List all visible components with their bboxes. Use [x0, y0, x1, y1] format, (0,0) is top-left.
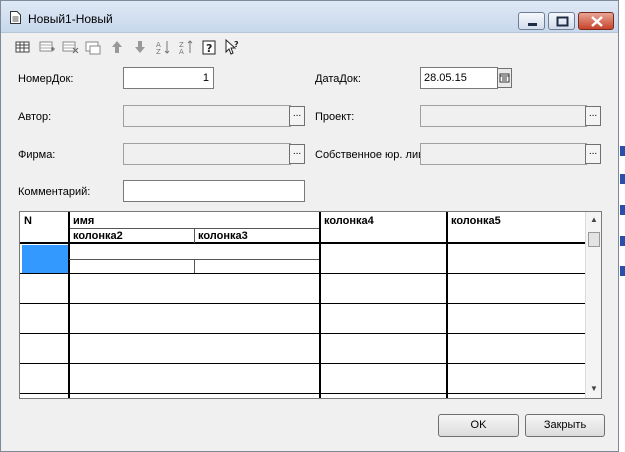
- copy-row-button[interactable]: [84, 38, 102, 56]
- close-button[interactable]: Закрыть: [525, 414, 605, 437]
- selected-cell[interactable]: [22, 245, 68, 273]
- move-down-icon: [135, 41, 145, 53]
- dialog-window: Новый1-Новый AZ Z A ? ? НомерДок: 1 Дата…: [0, 0, 619, 452]
- avtor-field[interactable]: [123, 105, 291, 127]
- header-imya[interactable]: имя: [73, 215, 94, 227]
- row-divider: [69, 259, 319, 260]
- background-artifact: [620, 205, 625, 215]
- nomer-field[interactable]: 1: [123, 67, 214, 89]
- proekt-field[interactable]: [420, 105, 587, 127]
- firma-label: Фирма:: [18, 149, 56, 161]
- calendar-icon: [499, 73, 510, 83]
- move-up-button[interactable]: [108, 38, 126, 56]
- table-button[interactable]: [14, 38, 32, 56]
- sort-asc-icon: AZ: [156, 41, 170, 56]
- nomer-label: НомерДок:: [18, 73, 74, 85]
- title-bar[interactable]: Новый1-Новый: [1, 1, 618, 33]
- background-artifact: [620, 146, 625, 156]
- table-icon: [15, 41, 30, 53]
- sobst-label: Собственное юр. лиц: [315, 149, 420, 161]
- background-artifact: [620, 266, 625, 276]
- row-divider: [20, 273, 585, 274]
- svg-text:A: A: [179, 48, 184, 56]
- data-label: ДатаДок:: [315, 73, 361, 85]
- row-divider: [20, 333, 585, 334]
- sobst-field[interactable]: [420, 143, 587, 165]
- add-row-button[interactable]: [38, 38, 56, 56]
- firma-select-button[interactable]: ...: [289, 144, 305, 164]
- help-icon: ?: [202, 40, 216, 55]
- date-field[interactable]: 28.05.15: [420, 67, 498, 89]
- col-separator: [319, 212, 321, 398]
- maximize-icon: [556, 16, 569, 27]
- document-icon: [10, 11, 21, 24]
- header-kolonka3[interactable]: колонка3: [198, 230, 248, 242]
- minimize-button[interactable]: [518, 12, 545, 30]
- col-separator: [68, 212, 70, 398]
- close-icon: [591, 16, 603, 27]
- ok-button[interactable]: OK: [438, 414, 519, 437]
- calendar-button[interactable]: [497, 68, 512, 88]
- row-divider: [20, 363, 585, 364]
- firma-field[interactable]: [123, 143, 291, 165]
- col-separator: [446, 212, 448, 398]
- header-divider: [20, 242, 585, 244]
- maximize-button[interactable]: [548, 12, 575, 30]
- svg-text:?: ?: [206, 42, 212, 55]
- delete-row-button[interactable]: [61, 38, 79, 56]
- toolbar: AZ ZA ? ?: [1, 34, 618, 58]
- row-divider: [20, 393, 585, 394]
- svg-text:Z: Z: [156, 48, 161, 56]
- svg-text:?: ?: [234, 40, 239, 49]
- data-table[interactable]: N имя колонка2 колонка3 колонка4 колонка…: [19, 211, 602, 399]
- vertical-scrollbar[interactable]: ▲ ▼: [585, 212, 601, 398]
- close-window-button[interactable]: [578, 12, 614, 30]
- scroll-thumb[interactable]: [588, 232, 600, 247]
- sobst-select-button[interactable]: ...: [585, 144, 601, 164]
- proekt-select-button[interactable]: ...: [585, 106, 601, 126]
- scroll-up-icon[interactable]: ▲: [590, 215, 598, 224]
- komment-label: Комментарий:: [18, 186, 91, 198]
- background-artifact: [620, 174, 625, 184]
- komment-field[interactable]: [123, 180, 305, 202]
- sort-desc-icon: ZA: [179, 40, 193, 56]
- nomer-value: 1: [202, 72, 209, 84]
- pointer-help-button[interactable]: ?: [223, 38, 241, 56]
- minimize-icon: [528, 23, 537, 26]
- background-artifact: [620, 236, 625, 246]
- move-down-button[interactable]: [131, 38, 149, 56]
- header-n[interactable]: N: [24, 215, 32, 227]
- proekt-label: Проект:: [315, 111, 355, 123]
- sort-asc-button[interactable]: AZ: [154, 38, 172, 56]
- sort-desc-button[interactable]: ZA: [177, 38, 195, 56]
- copy-row-icon: [85, 41, 101, 55]
- date-value: 28.05.15: [424, 72, 467, 84]
- delete-row-icon: [62, 41, 79, 54]
- row-divider: [20, 303, 585, 304]
- pointer-help-icon: ?: [225, 38, 239, 55]
- window-title: Новый1-Новый: [28, 12, 113, 26]
- col-separator: [194, 228, 195, 243]
- col-separator: [194, 259, 195, 274]
- header-kolonka4[interactable]: колонка4: [324, 215, 374, 227]
- scroll-down-icon[interactable]: ▼: [590, 384, 598, 393]
- header-kolonka2[interactable]: колонка2: [73, 230, 123, 242]
- avtor-label: Автор:: [18, 111, 52, 123]
- move-up-icon: [112, 41, 122, 53]
- header-kolonka5[interactable]: колонка5: [451, 215, 501, 227]
- add-row-icon: [39, 41, 55, 52]
- avtor-select-button[interactable]: ...: [289, 106, 305, 126]
- help-button[interactable]: ?: [200, 38, 218, 56]
